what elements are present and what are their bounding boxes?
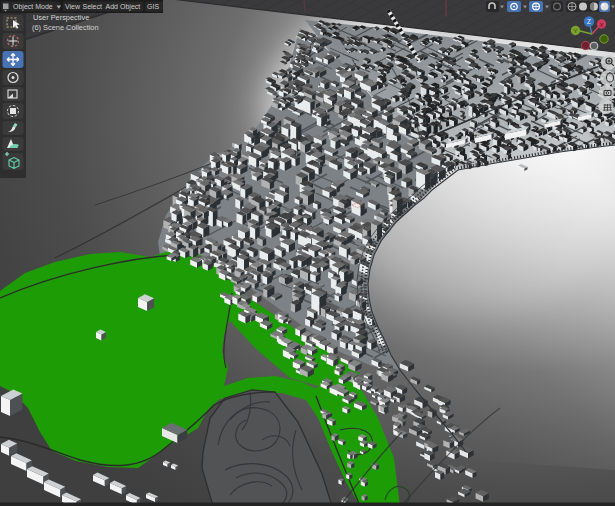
svg-text:Add: Add: [106, 3, 119, 10]
svg-text:Object: Object: [120, 3, 140, 11]
svg-text:(6) Scene Collection: (6) Scene Collection: [32, 23, 99, 32]
svg-text:User Perspective: User Perspective: [33, 13, 89, 22]
svg-text:View: View: [65, 3, 81, 10]
svg-text:Y: Y: [573, 28, 577, 34]
svg-text:Select: Select: [83, 3, 103, 10]
svg-text:X: X: [599, 22, 603, 28]
svg-text:GIS: GIS: [147, 3, 159, 10]
svg-text:Object Mode: Object Mode: [13, 3, 53, 11]
svg-text:Z: Z: [587, 18, 591, 25]
